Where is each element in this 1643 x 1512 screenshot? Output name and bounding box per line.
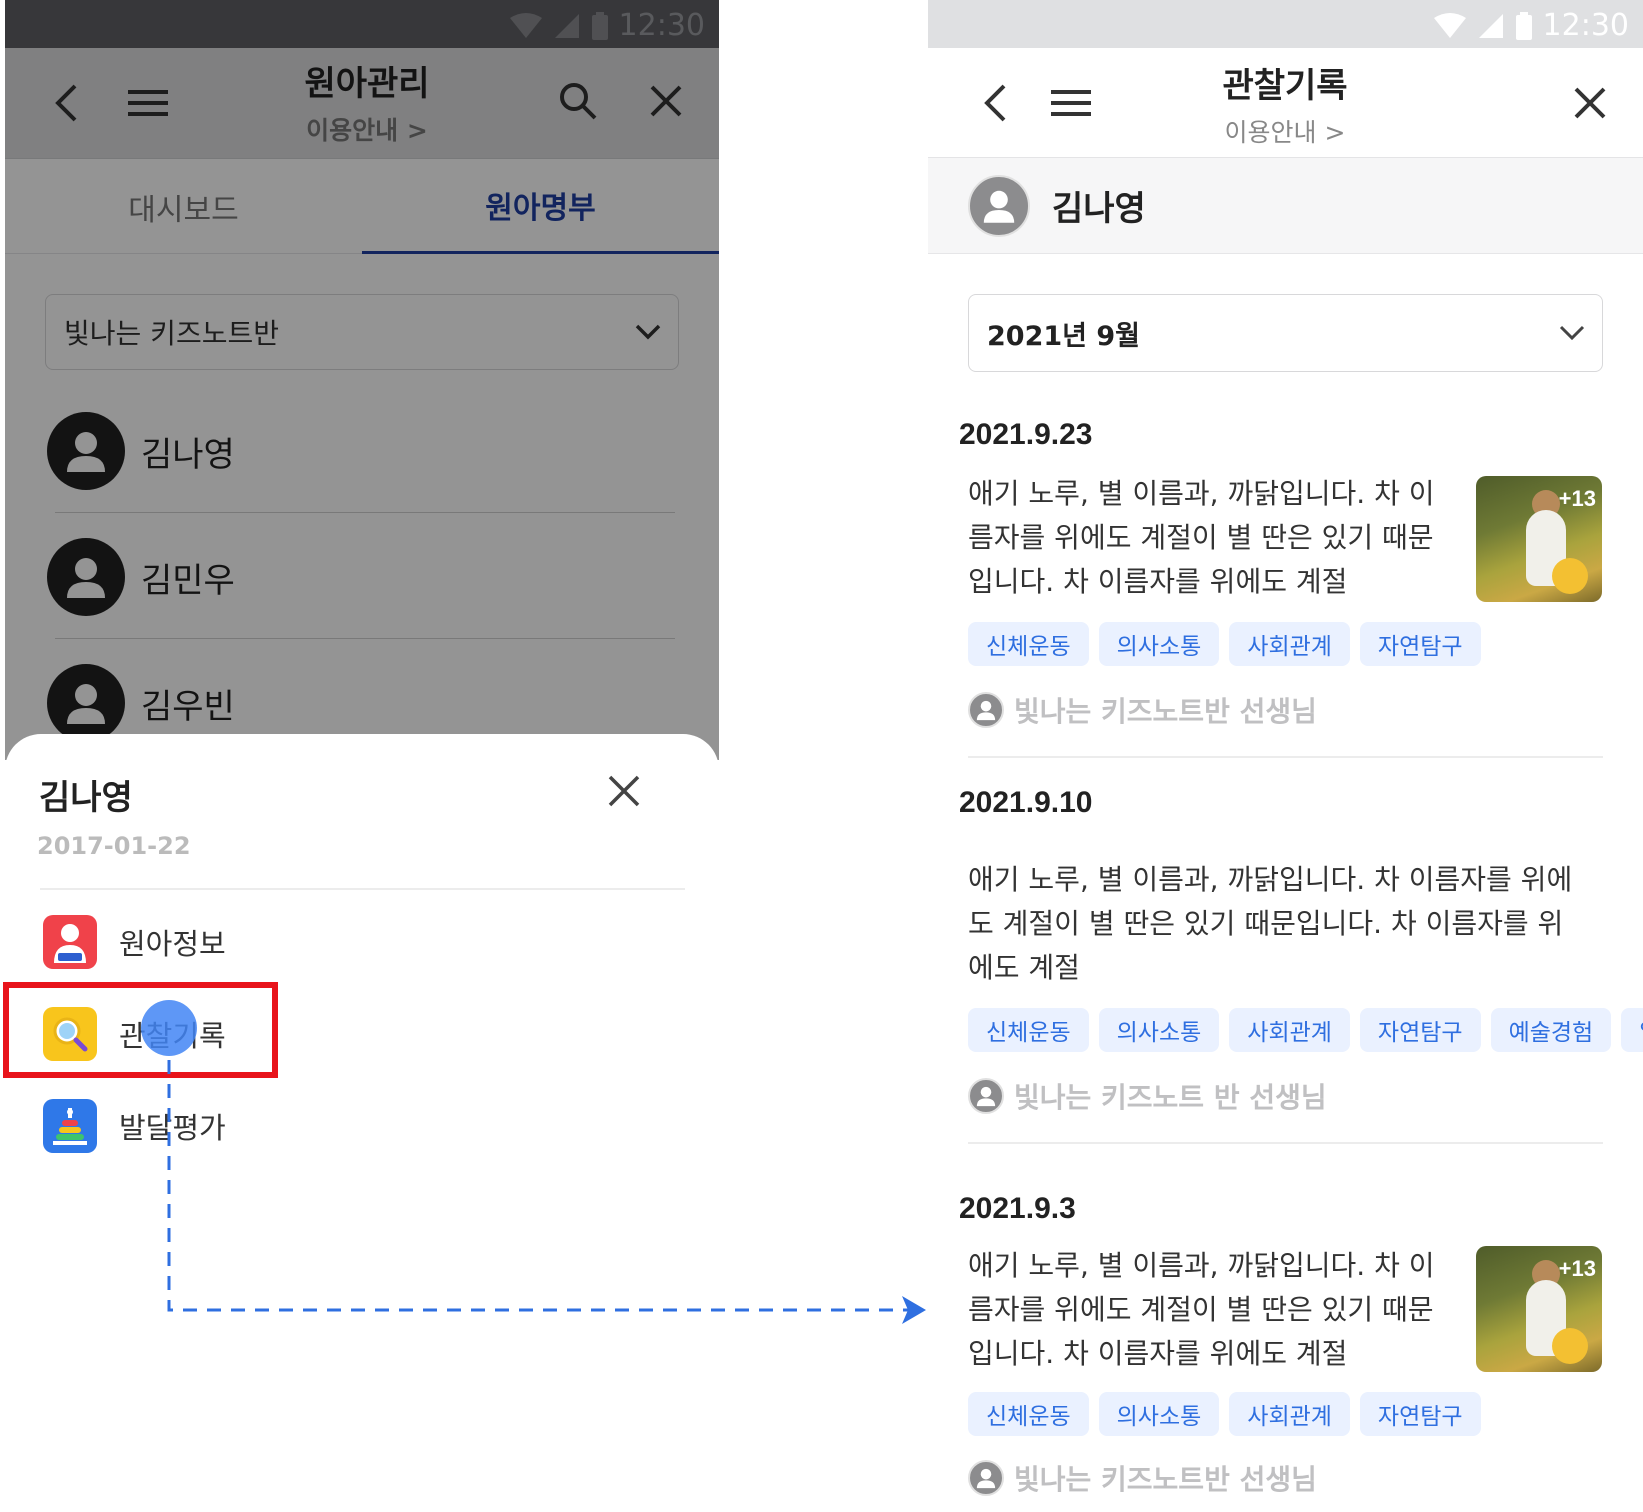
record-text[interactable]: 애기 노루, 별 이름과, 까닭입니다. 차 이 름자를 위에도 계절이 별 딴… [968,472,1435,604]
tag-chip[interactable]: 의사소통 [1098,1392,1220,1436]
avatar [968,1460,1004,1496]
child-info-icon [43,915,97,969]
close-icon[interactable] [607,774,641,812]
person-icon [976,700,996,721]
tag-chip[interactable]: 신체운동 [968,622,1089,666]
tag-chip[interactable]: 자연탐구 [1359,622,1481,666]
tag-list: 신체운동 의사소통 사회관계 자연탐구 [968,1392,1481,1436]
photo-count: +13 [1558,1256,1596,1281]
teacher-info: 빛나는 키즈노트반 선생님 [968,1458,1317,1498]
photo-figure [1552,558,1588,594]
menu-item-development[interactable]: 발달평가 [43,1090,226,1162]
tag-chip[interactable]: 의사소통 [1098,622,1220,666]
menu-icon[interactable] [1046,80,1096,126]
left-screen: 12:30 원아관리 이용안내 > 대시보드 원아명부 빛나는 키즈노트반 김나… [5,0,719,1512]
record-line: 에도 계절 [968,951,1080,984]
person-icon [976,1468,996,1489]
tag-chip[interactable]: 예술경험 [1490,1008,1612,1052]
record-line: 도 계절이 별 딴은 있기 때문입니다. 차 이름자를 위 [968,907,1564,940]
app-bar: 관찰기록 이용안내 > [928,48,1643,158]
record-line: 입니다. 차 이름자를 위에도 계절 [968,565,1348,598]
record-photo[interactable]: +13 [1476,1246,1602,1372]
title-block: 관찰기록 이용안내 > [1175,58,1395,149]
close-icon[interactable] [1565,78,1615,128]
record-line: 애기 노루, 별 이름과, 까닭입니다. 차 이 [968,1249,1435,1282]
bottom-sheet: 김나영 2017-01-22 원아정보 관찰기록 발달평가 [5,734,719,1512]
teacher-info: 빛나는 키즈노트 반 선생님 [968,1076,1327,1116]
divider [40,888,685,890]
divider [968,1142,1603,1144]
wifi-icon [1433,12,1466,38]
teacher-name: 빛나는 키즈노트반 선생님 [1014,695,1317,728]
menu-item-child-info[interactable]: 원아정보 [43,906,226,978]
sheet-child-name: 김나영 [39,778,133,818]
guide-link[interactable]: 이용안내 > [1175,113,1395,149]
tag-list: 신체운동 의사소통 사회관계 자연탐구 예술경험 일 [968,1008,1643,1052]
sheet-birth-date: 2017-01-22 [37,832,191,860]
record-line: 입니다. 차 이름자를 위에도 계절 [968,1337,1348,1370]
month-select-value: 2021년 9월 [987,320,1141,352]
tap-indicator [141,1000,197,1056]
tag-chip[interactable]: 사회관계 [1229,622,1350,666]
tag-chip[interactable]: 신체운동 [968,1008,1089,1052]
tag-chip[interactable]: 의사소통 [1098,1008,1220,1052]
photo-count: +13 [1558,486,1596,511]
arrowhead-icon [902,1296,926,1324]
battery-icon [1515,11,1532,40]
teacher-name: 빛나는 키즈노트반 선생님 [1014,1463,1317,1496]
page-title: 관찰기록 [1222,66,1348,106]
record-line: 름자를 위에도 계절이 별 딴은 있기 때문 [968,521,1434,554]
record-line: 애기 노루, 별 이름과, 까닭입니다. 차 이 [968,477,1435,510]
tag-list: 신체운동 의사소통 사회관계 자연탐구 [968,622,1481,666]
record-text[interactable]: 애기 노루, 별 이름과, 까닭입니다. 차 이름자를 위에 도 계절이 별 딴… [968,858,1572,990]
dim-overlay[interactable] [5,0,719,760]
avatar [968,174,1030,237]
photo-figure [1552,1328,1588,1364]
record-line: 애기 노루, 별 이름과, 까닭입니다. 차 이름자를 위에 [968,863,1573,896]
tag-chip[interactable]: 사회관계 [1229,1008,1350,1052]
child-name: 김나영 [1052,189,1146,229]
right-screen: 12:30 관찰기록 이용안내 > 김나영 2021년 9월 2021.9.23… [928,0,1643,1512]
back-icon[interactable] [970,78,1020,128]
status-bar: 12:30 [928,0,1643,48]
tag-chip[interactable]: 사회관계 [1229,1392,1350,1436]
menu-item-label: 원아정보 [119,927,226,961]
menu-item-label: 발달평가 [119,1111,226,1145]
avatar [968,692,1004,728]
record-text[interactable]: 애기 노루, 별 이름과, 까닭입니다. 차 이 름자를 위에도 계절이 별 딴… [968,1244,1435,1376]
teacher-info: 빛나는 키즈노트반 선생님 [968,690,1317,730]
record-date: 2021.9.23 [959,418,1093,451]
ring-stack-icon [43,1099,97,1153]
tag-chip[interactable]: 신체운동 [968,1392,1089,1436]
month-select[interactable]: 2021년 9월 [968,294,1603,372]
chevron-down-icon [1542,324,1602,342]
record-date: 2021.9.3 [959,1192,1076,1225]
status-icons: 12:30 [1433,8,1629,43]
record-line: 름자를 위에도 계절이 별 딴은 있기 때문 [968,1293,1434,1326]
tag-chip[interactable]: 일 [1621,1008,1643,1052]
child-header: 김나영 [928,158,1643,254]
person-icon [976,1086,996,1107]
person-icon [983,190,1015,223]
tag-chip[interactable]: 자연탐구 [1359,1392,1481,1436]
divider [968,756,1603,758]
teacher-name: 빛나는 키즈노트 반 선생님 [1014,1081,1327,1114]
status-time: 12:30 [1542,8,1629,43]
record-photo[interactable]: +13 [1476,476,1602,602]
tag-chip[interactable]: 자연탐구 [1359,1008,1481,1052]
avatar [968,1078,1004,1114]
signal-icon [1478,13,1503,38]
record-date: 2021.9.10 [959,786,1093,819]
